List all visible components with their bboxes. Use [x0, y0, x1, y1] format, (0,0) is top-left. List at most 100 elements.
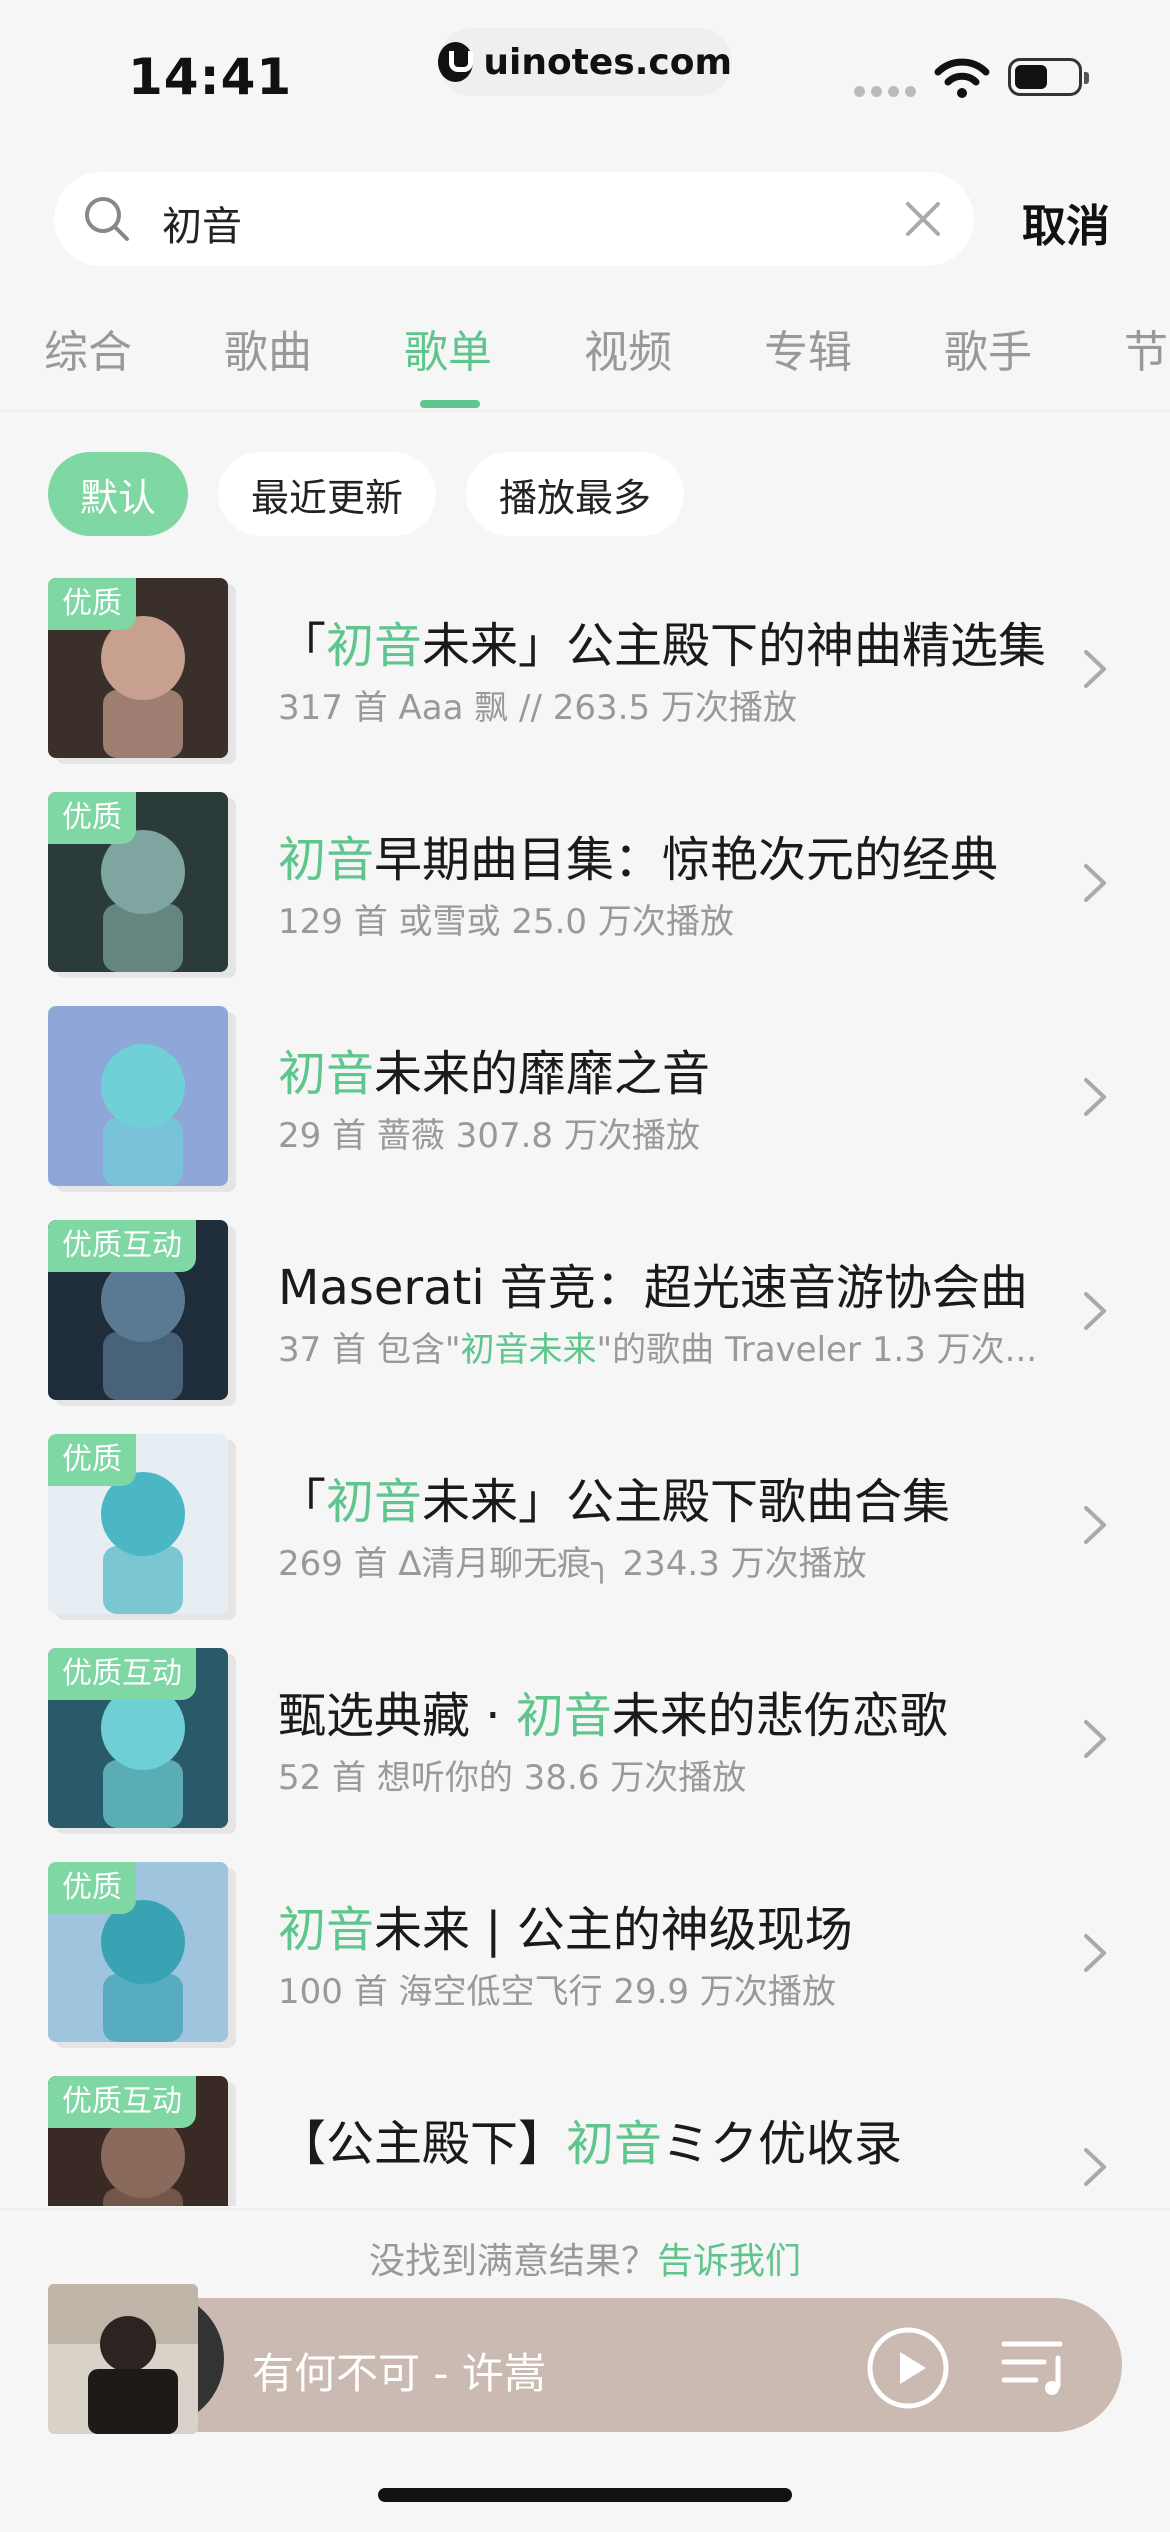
playlist-cover: 优质互动 [48, 1220, 228, 1400]
tab-all[interactable]: 综合 [44, 316, 132, 380]
tab-divider [0, 410, 1170, 412]
playlist-title: 「初音未来」公主殿下的神曲精选集 [278, 606, 1046, 676]
playlist-title: 初音未来的靡靡之音 [278, 1034, 710, 1104]
search-icon [85, 197, 129, 241]
feedback-link[interactable]: 告诉我们 [657, 2241, 801, 2282]
playlist-title: 初音未来 | 公主的神级现场 [278, 1890, 853, 1960]
chevron-right-icon [1084, 1078, 1106, 1116]
clear-search-icon[interactable] [902, 198, 944, 240]
play-icon[interactable] [866, 2326, 950, 2410]
search-input[interactable]: 初音 [54, 172, 974, 266]
chevron-right-icon [1084, 1934, 1106, 1972]
playlist-row[interactable]: 优质「初音未来」公主殿下歌曲合集 269 首 ∆清月聊无痕╮ 234.3 万次播放 [0, 1434, 1170, 1650]
title-part: 「 [278, 618, 327, 674]
tab-songs[interactable]: 歌曲 [224, 316, 312, 380]
meta-highlight: 初音未来 [460, 1330, 597, 1370]
filter-most-played[interactable]: 播放最多 [466, 452, 684, 536]
playlist-meta: 269 首 ∆清月聊无痕╮ 234.3 万次播放 [278, 1536, 867, 1585]
active-tab-indicator [420, 400, 480, 408]
wifi-icon [934, 58, 990, 98]
meta-part: 129 首 或雪或 25.0 万次播放 [278, 902, 734, 942]
chevron-right-icon [1084, 2148, 1106, 2186]
chevron-right-icon [1084, 650, 1106, 688]
playlist-meta: 100 首 海空低空飞行 29.9 万次播放 [278, 1964, 836, 2013]
playlist-title: 「初音未来」公主殿下歌曲合集 [278, 1462, 950, 1532]
filter-recently-updated[interactable]: 最近更新 [218, 452, 436, 536]
title-part: 未来的靡靡之音 [374, 1046, 711, 1102]
playlist-meta: 317 首 Aaa 飘 // 263.5 万次播放 [278, 680, 797, 729]
now-playing-cover[interactable] [48, 2284, 198, 2434]
title-part: Maserati 音竞：超光速音游协会曲 [278, 1260, 1028, 1316]
chevron-right-icon [1084, 1292, 1106, 1330]
title-highlight: 初音 [278, 1046, 375, 1102]
tab-playlists[interactable]: 歌单 [404, 316, 492, 380]
filter-default[interactable]: 默认 [48, 452, 188, 536]
playlist-row[interactable]: 优质互动甄选典藏 · 初音未来的悲伤恋歌 52 首 想听你的 38.6 万次播放 [0, 1648, 1170, 1864]
playlist-title: 【公主殿下】初音ミク优收录 [278, 2104, 902, 2174]
tab-videos[interactable]: 视频 [584, 316, 672, 380]
playlist-row[interactable]: 优质初音早期曲目集：惊艳次元的经典 129 首 或雪或 25.0 万次播放 [0, 792, 1170, 1008]
title-part: 【公主殿下】 [278, 2116, 567, 2172]
playlist-meta: 52 首 想听你的 38.6 万次播放 [278, 1750, 746, 1799]
title-highlight: 初音 [515, 1688, 612, 1744]
playlist-row[interactable]: 优质初音未来 | 公主的神级现场 100 首 海空低空飞行 29.9 万次播放 [0, 1862, 1170, 2078]
battery-icon [1008, 58, 1089, 96]
tab-programs[interactable]: 节 [1124, 316, 1168, 380]
title-part: 未来」公主殿下的神曲精选集 [422, 618, 1047, 674]
quality-badge: 优质互动 [48, 1220, 196, 1272]
playlist-cover [48, 1006, 228, 1186]
title-part: 甄选典藏 · [278, 1688, 516, 1744]
category-tabs: 综合 歌曲 歌单 视频 专辑 歌手 节 [0, 300, 1170, 410]
meta-part: "的歌曲 Traveler 1.3 万次... [596, 1330, 1038, 1370]
meta-part: 29 首 蔷薇 307.8 万次播放 [278, 1116, 700, 1156]
url-pill: uinotes.com [438, 28, 732, 96]
title-part: 早期曲目集：惊艳次元的经典 [374, 832, 999, 888]
status-time: 14:41 [128, 48, 293, 106]
chevron-right-icon [1084, 864, 1106, 902]
title-highlight: 初音 [278, 1902, 375, 1958]
tab-artists[interactable]: 歌手 [944, 316, 1032, 380]
url-text: uinotes.com [483, 41, 732, 83]
feedback-text: 没找到满意结果？ [368, 2241, 657, 2282]
tab-albums[interactable]: 专辑 [764, 316, 852, 380]
playlist-title: 甄选典藏 · 初音未来的悲伤恋歌 [278, 1676, 948, 1746]
playlist-cover: 优质 [48, 578, 228, 758]
title-highlight: 初音 [278, 832, 375, 888]
meta-part: 52 首 想听你的 38.6 万次播放 [278, 1758, 747, 1798]
quality-badge: 优质 [48, 578, 136, 630]
playlist-row[interactable]: 初音未来的靡靡之音 29 首 蔷薇 307.8 万次播放 [0, 1006, 1170, 1222]
home-indicator [378, 2488, 792, 2502]
playlist-cover: 优质 [48, 1434, 228, 1614]
chevron-right-icon [1084, 1506, 1106, 1544]
search-query: 初音 [162, 204, 242, 250]
quality-badge: 优质 [48, 792, 136, 844]
playlist-row[interactable]: 优质互动 【公主殿下】初音ミク优收录 [0, 2076, 1170, 2206]
meta-part: 269 首 ∆清月聊无痕╮ 234.3 万次播放 [278, 1544, 867, 1584]
meta-part: 100 首 海空低空飞行 29.9 万次播放 [278, 1972, 836, 2012]
playlist-title: 初音早期曲目集：惊艳次元的经典 [278, 820, 998, 890]
cancel-button[interactable]: 取消 [1022, 190, 1110, 254]
playlist-icon[interactable] [1000, 2334, 1070, 2400]
quality-badge: 优质互动 [48, 1648, 196, 1700]
meta-part: 37 首 包含" [278, 1330, 461, 1370]
title-part: 未来的悲伤恋歌 [611, 1688, 948, 1744]
playlist-cover: 优质互动 [48, 1648, 228, 1828]
title-part: ミク优收录 [662, 2116, 903, 2172]
playlist-row[interactable]: 优质 「初音未来」公主殿下的神曲精选集 317 首 Aaa 飘 // 263.5 万… [0, 578, 1170, 794]
title-part: 未来 | 公主的神级现场 [374, 1902, 853, 1958]
quality-badge: 优质 [48, 1862, 136, 1914]
title-part: 未来」公主殿下歌曲合集 [422, 1474, 951, 1530]
title-part: 「 [278, 1474, 327, 1530]
playlist-meta: 129 首 或雪或 25.0 万次播放 [278, 894, 734, 943]
playlist-cover: 优质 [48, 1862, 228, 2042]
quality-badge: 优质 [48, 1434, 136, 1486]
playlist-meta: 29 首 蔷薇 307.8 万次播放 [278, 1108, 700, 1157]
title-highlight: 初音 [326, 618, 423, 674]
cellular-signal-icon [854, 86, 916, 97]
now-playing-title: 有何不可 - 许嵩 [252, 2349, 546, 2398]
status-bar: 14:41 uinotes.com [0, 0, 1170, 150]
title-highlight: 初音 [566, 2116, 663, 2172]
playlist-cover: 优质互动 [48, 2076, 228, 2206]
playlist-meta: 37 首 包含"初音未来"的歌曲 Traveler 1.3 万次... [278, 1322, 1037, 1371]
playlist-row[interactable]: 优质互动 Maserati 音竞：超光速音游协会曲 37 首 包含"初音未来"的歌曲… [0, 1220, 1170, 1436]
